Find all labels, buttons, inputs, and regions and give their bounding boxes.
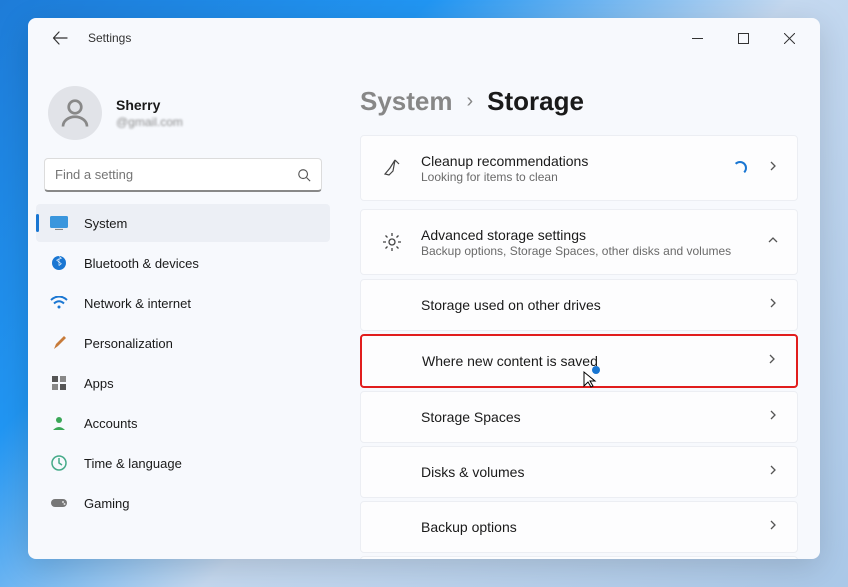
breadcrumb-parent[interactable]: System bbox=[360, 86, 453, 117]
sidebar-item-label: Personalization bbox=[84, 336, 173, 351]
sidebar-item-network[interactable]: Network & internet bbox=[36, 284, 330, 322]
subrow-where-new-content[interactable]: Where new content is saved bbox=[360, 334, 798, 388]
brush-icon bbox=[50, 334, 68, 352]
sidebar-item-label: System bbox=[84, 216, 127, 231]
search-box[interactable] bbox=[44, 158, 322, 192]
sidebar-item-label: Accounts bbox=[84, 416, 137, 431]
subrow-storage-other-drives[interactable]: Storage used on other drives bbox=[360, 279, 798, 331]
main: System › Storage Cleanup recommendations… bbox=[338, 58, 820, 559]
row-title: Advanced storage settings bbox=[421, 227, 767, 243]
window-controls bbox=[674, 22, 812, 54]
bluetooth-icon bbox=[50, 254, 68, 272]
back-button[interactable] bbox=[44, 22, 76, 54]
close-icon bbox=[784, 33, 795, 44]
chevron-right-icon bbox=[767, 296, 779, 314]
sidebar-item-apps[interactable]: Apps bbox=[36, 364, 330, 402]
sidebar-item-label: Network & internet bbox=[84, 296, 191, 311]
sidebar-item-accounts[interactable]: Accounts bbox=[36, 404, 330, 442]
row-subtitle: Backup options, Storage Spaces, other di… bbox=[421, 244, 767, 258]
close-button[interactable] bbox=[766, 22, 812, 54]
breadcrumb-current: Storage bbox=[487, 86, 584, 117]
search-icon bbox=[297, 168, 311, 182]
minimize-icon bbox=[692, 33, 703, 44]
chevron-up-icon bbox=[767, 233, 779, 251]
chevron-right-icon bbox=[767, 408, 779, 426]
arrow-left-icon bbox=[52, 30, 68, 46]
gaming-icon bbox=[50, 494, 68, 512]
clock-globe-icon bbox=[50, 454, 68, 472]
chevron-right-icon bbox=[767, 159, 779, 177]
sidebar: Sherry @gmail.com System Bluetooth & dev… bbox=[28, 58, 338, 559]
loading-spinner-icon bbox=[733, 161, 747, 175]
content: Sherry @gmail.com System Bluetooth & dev… bbox=[28, 58, 820, 559]
profile[interactable]: Sherry @gmail.com bbox=[36, 58, 330, 158]
subrow-title: Where new content is saved bbox=[422, 353, 766, 369]
sidebar-item-system[interactable]: System bbox=[36, 204, 330, 242]
settings-window: Settings Sherry @gmail.com bbox=[28, 18, 820, 559]
subrow-storage-spaces[interactable]: Storage Spaces bbox=[360, 391, 798, 443]
sidebar-item-label: Time & language bbox=[84, 456, 182, 471]
row-subtitle: Looking for items to clean bbox=[421, 170, 733, 184]
maximize-icon bbox=[738, 33, 749, 44]
sidebar-item-personalization[interactable]: Personalization bbox=[36, 324, 330, 362]
titlebar: Settings bbox=[28, 18, 820, 58]
chevron-right-icon: › bbox=[467, 90, 474, 113]
chevron-right-icon bbox=[767, 463, 779, 481]
sidebar-item-label: Apps bbox=[84, 376, 114, 391]
row-advanced-storage[interactable]: Advanced storage settings Backup options… bbox=[360, 209, 798, 275]
accounts-icon bbox=[50, 414, 68, 432]
system-icon bbox=[50, 214, 68, 232]
chevron-right-icon bbox=[766, 352, 778, 370]
row-text: Cleanup recommendations Looking for item… bbox=[421, 153, 733, 184]
window-title: Settings bbox=[88, 31, 131, 45]
subrow-title: Storage Spaces bbox=[421, 409, 767, 425]
chevron-right-icon bbox=[767, 518, 779, 536]
sidebar-item-label: Bluetooth & devices bbox=[84, 256, 199, 271]
wifi-icon bbox=[50, 294, 68, 312]
row-cleanup[interactable]: Cleanup recommendations Looking for item… bbox=[360, 135, 798, 201]
row-title: Cleanup recommendations bbox=[421, 153, 733, 169]
minimize-button[interactable] bbox=[674, 22, 720, 54]
subrow-backup-options[interactable]: Backup options bbox=[360, 501, 798, 553]
subrow-drive-optimization[interactable]: Drive optimization bbox=[360, 556, 798, 559]
breadcrumb: System › Storage bbox=[360, 86, 798, 117]
sidebar-item-time-language[interactable]: Time & language bbox=[36, 444, 330, 482]
profile-email: @gmail.com bbox=[116, 115, 318, 129]
gear-icon bbox=[381, 232, 403, 252]
subrow-title: Storage used on other drives bbox=[421, 297, 767, 313]
profile-info: Sherry @gmail.com bbox=[116, 97, 318, 129]
subrow-title: Backup options bbox=[421, 519, 767, 535]
apps-icon bbox=[50, 374, 68, 392]
row-text: Advanced storage settings Backup options… bbox=[421, 227, 767, 258]
broom-icon bbox=[381, 158, 403, 178]
subrow-disks-volumes[interactable]: Disks & volumes bbox=[360, 446, 798, 498]
sidebar-item-bluetooth[interactable]: Bluetooth & devices bbox=[36, 244, 330, 282]
profile-name: Sherry bbox=[116, 97, 318, 113]
person-icon bbox=[57, 95, 93, 131]
nav: System Bluetooth & devices Network & int… bbox=[36, 204, 330, 522]
search-input[interactable] bbox=[55, 167, 297, 182]
maximize-button[interactable] bbox=[720, 22, 766, 54]
sidebar-item-label: Gaming bbox=[84, 496, 130, 511]
sidebar-item-gaming[interactable]: Gaming bbox=[36, 484, 330, 522]
subrow-title: Disks & volumes bbox=[421, 464, 767, 480]
avatar bbox=[48, 86, 102, 140]
